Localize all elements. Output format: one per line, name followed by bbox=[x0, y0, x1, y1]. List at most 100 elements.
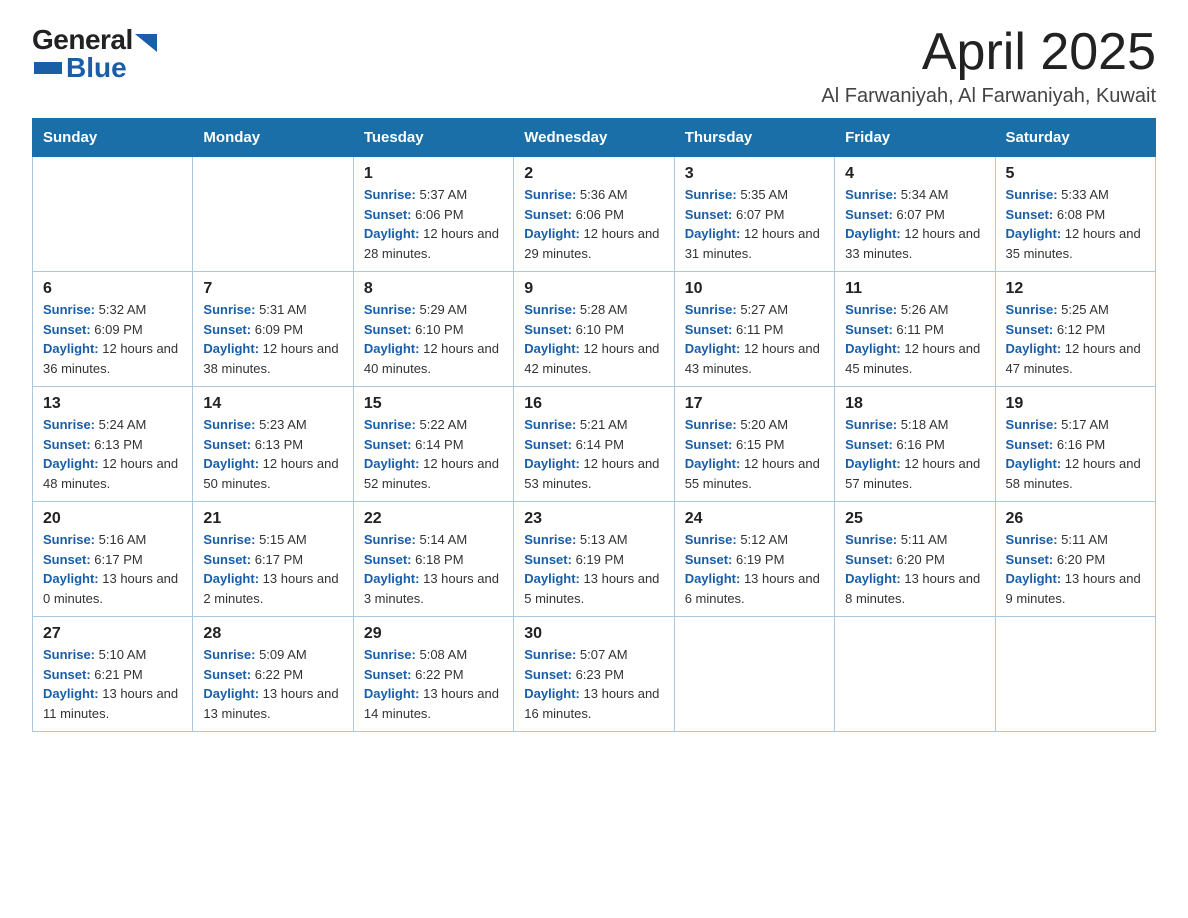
sunrise-line: Sunrise: 5:15 AM bbox=[203, 530, 342, 550]
daylight-line: Daylight: 12 hours and 52 minutes. bbox=[364, 454, 503, 493]
calendar-cell: 25Sunrise: 5:11 AMSunset: 6:20 PMDayligh… bbox=[835, 502, 995, 617]
sunrise-label: Sunrise: bbox=[364, 532, 416, 547]
sunset-label: Sunset: bbox=[685, 552, 733, 567]
sunrise-value: 5:14 AM bbox=[419, 532, 467, 547]
sunrise-line: Sunrise: 5:31 AM bbox=[203, 300, 342, 320]
day-info: Sunrise: 5:22 AMSunset: 6:14 PMDaylight:… bbox=[364, 415, 503, 493]
daylight-line: Daylight: 12 hours and 50 minutes. bbox=[203, 454, 342, 493]
sunrise-label: Sunrise: bbox=[524, 647, 576, 662]
sunset-label: Sunset: bbox=[364, 207, 412, 222]
week-row-4: 20Sunrise: 5:16 AMSunset: 6:17 PMDayligh… bbox=[33, 502, 1156, 617]
day-info: Sunrise: 5:15 AMSunset: 6:17 PMDaylight:… bbox=[203, 530, 342, 608]
calendar-cell: 8Sunrise: 5:29 AMSunset: 6:10 PMDaylight… bbox=[353, 272, 513, 387]
sunset-line: Sunset: 6:06 PM bbox=[364, 205, 503, 225]
calendar-cell: 14Sunrise: 5:23 AMSunset: 6:13 PMDayligh… bbox=[193, 387, 353, 502]
day-info: Sunrise: 5:14 AMSunset: 6:18 PMDaylight:… bbox=[364, 530, 503, 608]
sunrise-value: 5:12 AM bbox=[740, 532, 788, 547]
sunset-label: Sunset: bbox=[203, 322, 251, 337]
daylight-line: Daylight: 13 hours and 2 minutes. bbox=[203, 569, 342, 608]
sunrise-value: 5:15 AM bbox=[259, 532, 307, 547]
day-number: 29 bbox=[364, 625, 503, 643]
header-thursday: Thursday bbox=[674, 119, 834, 157]
day-number: 8 bbox=[364, 280, 503, 298]
sunrise-label: Sunrise: bbox=[203, 417, 255, 432]
day-info: Sunrise: 5:10 AMSunset: 6:21 PMDaylight:… bbox=[43, 645, 182, 723]
sunrise-value: 5:18 AM bbox=[901, 417, 949, 432]
day-number: 21 bbox=[203, 510, 342, 528]
day-info: Sunrise: 5:25 AMSunset: 6:12 PMDaylight:… bbox=[1006, 300, 1145, 378]
sunset-label: Sunset: bbox=[1006, 552, 1054, 567]
calendar-cell: 5Sunrise: 5:33 AMSunset: 6:08 PMDaylight… bbox=[995, 157, 1155, 272]
day-info: Sunrise: 5:26 AMSunset: 6:11 PMDaylight:… bbox=[845, 300, 984, 378]
sunrise-value: 5:09 AM bbox=[259, 647, 307, 662]
calendar-cell: 4Sunrise: 5:34 AMSunset: 6:07 PMDaylight… bbox=[835, 157, 995, 272]
sunrise-line: Sunrise: 5:20 AM bbox=[685, 415, 824, 435]
day-number: 1 bbox=[364, 165, 503, 183]
sunset-label: Sunset: bbox=[364, 437, 412, 452]
sunset-label: Sunset: bbox=[1006, 437, 1054, 452]
sunset-label: Sunset: bbox=[524, 207, 572, 222]
sunrise-value: 5:23 AM bbox=[259, 417, 307, 432]
day-number: 23 bbox=[524, 510, 663, 528]
sunset-line: Sunset: 6:09 PM bbox=[43, 320, 182, 340]
sunset-label: Sunset: bbox=[1006, 207, 1054, 222]
daylight-label: Daylight: bbox=[524, 226, 580, 241]
daylight-label: Daylight: bbox=[685, 226, 741, 241]
sunrise-line: Sunrise: 5:18 AM bbox=[845, 415, 984, 435]
day-number: 14 bbox=[203, 395, 342, 413]
daylight-label: Daylight: bbox=[364, 226, 420, 241]
day-number: 17 bbox=[685, 395, 824, 413]
daylight-label: Daylight: bbox=[845, 571, 901, 586]
sunset-line: Sunset: 6:14 PM bbox=[364, 435, 503, 455]
day-number: 25 bbox=[845, 510, 984, 528]
sunrise-line: Sunrise: 5:09 AM bbox=[203, 645, 342, 665]
daylight-line: Daylight: 12 hours and 28 minutes. bbox=[364, 224, 503, 263]
sunrise-line: Sunrise: 5:11 AM bbox=[845, 530, 984, 550]
sunrise-label: Sunrise: bbox=[845, 302, 897, 317]
sunrise-line: Sunrise: 5:17 AM bbox=[1006, 415, 1145, 435]
sunset-value: 6:17 PM bbox=[94, 552, 142, 567]
daylight-label: Daylight: bbox=[685, 341, 741, 356]
sunrise-value: 5:27 AM bbox=[740, 302, 788, 317]
daylight-label: Daylight: bbox=[524, 456, 580, 471]
sunset-label: Sunset: bbox=[43, 667, 91, 682]
day-number: 6 bbox=[43, 280, 182, 298]
sunset-line: Sunset: 6:11 PM bbox=[845, 320, 984, 340]
sunset-line: Sunset: 6:17 PM bbox=[203, 550, 342, 570]
day-info: Sunrise: 5:09 AMSunset: 6:22 PMDaylight:… bbox=[203, 645, 342, 723]
calendar-cell: 10Sunrise: 5:27 AMSunset: 6:11 PMDayligh… bbox=[674, 272, 834, 387]
sunset-line: Sunset: 6:10 PM bbox=[364, 320, 503, 340]
day-info: Sunrise: 5:17 AMSunset: 6:16 PMDaylight:… bbox=[1006, 415, 1145, 493]
sunrise-line: Sunrise: 5:35 AM bbox=[685, 185, 824, 205]
sunset-line: Sunset: 6:06 PM bbox=[524, 205, 663, 225]
calendar-cell: 15Sunrise: 5:22 AMSunset: 6:14 PMDayligh… bbox=[353, 387, 513, 502]
sunrise-line: Sunrise: 5:24 AM bbox=[43, 415, 182, 435]
daylight-label: Daylight: bbox=[1006, 341, 1062, 356]
sunrise-label: Sunrise: bbox=[685, 302, 737, 317]
sunset-value: 6:19 PM bbox=[576, 552, 624, 567]
week-row-1: 1Sunrise: 5:37 AMSunset: 6:06 PMDaylight… bbox=[33, 157, 1156, 272]
sunset-line: Sunset: 6:17 PM bbox=[43, 550, 182, 570]
daylight-label: Daylight: bbox=[203, 456, 259, 471]
sunset-line: Sunset: 6:16 PM bbox=[845, 435, 984, 455]
daylight-label: Daylight: bbox=[203, 686, 259, 701]
daylight-label: Daylight: bbox=[845, 456, 901, 471]
sunrise-label: Sunrise: bbox=[685, 417, 737, 432]
sunset-value: 6:22 PM bbox=[255, 667, 303, 682]
daylight-label: Daylight: bbox=[203, 571, 259, 586]
sunrise-value: 5:11 AM bbox=[901, 532, 948, 547]
daylight-line: Daylight: 12 hours and 53 minutes. bbox=[524, 454, 663, 493]
sunrise-value: 5:32 AM bbox=[99, 302, 147, 317]
day-info: Sunrise: 5:16 AMSunset: 6:17 PMDaylight:… bbox=[43, 530, 182, 608]
sunrise-label: Sunrise: bbox=[524, 187, 576, 202]
sunrise-line: Sunrise: 5:10 AM bbox=[43, 645, 182, 665]
calendar-cell: 17Sunrise: 5:20 AMSunset: 6:15 PMDayligh… bbox=[674, 387, 834, 502]
calendar-cell: 27Sunrise: 5:10 AMSunset: 6:21 PMDayligh… bbox=[33, 617, 193, 732]
logo-arrow-icon bbox=[135, 34, 157, 52]
sunrise-label: Sunrise: bbox=[524, 417, 576, 432]
daylight-line: Daylight: 13 hours and 14 minutes. bbox=[364, 684, 503, 723]
sunset-label: Sunset: bbox=[203, 552, 251, 567]
day-number: 3 bbox=[685, 165, 824, 183]
header: General Blue April 2025 Al Farwaniyah, A… bbox=[32, 24, 1156, 108]
sunrise-value: 5:13 AM bbox=[580, 532, 628, 547]
